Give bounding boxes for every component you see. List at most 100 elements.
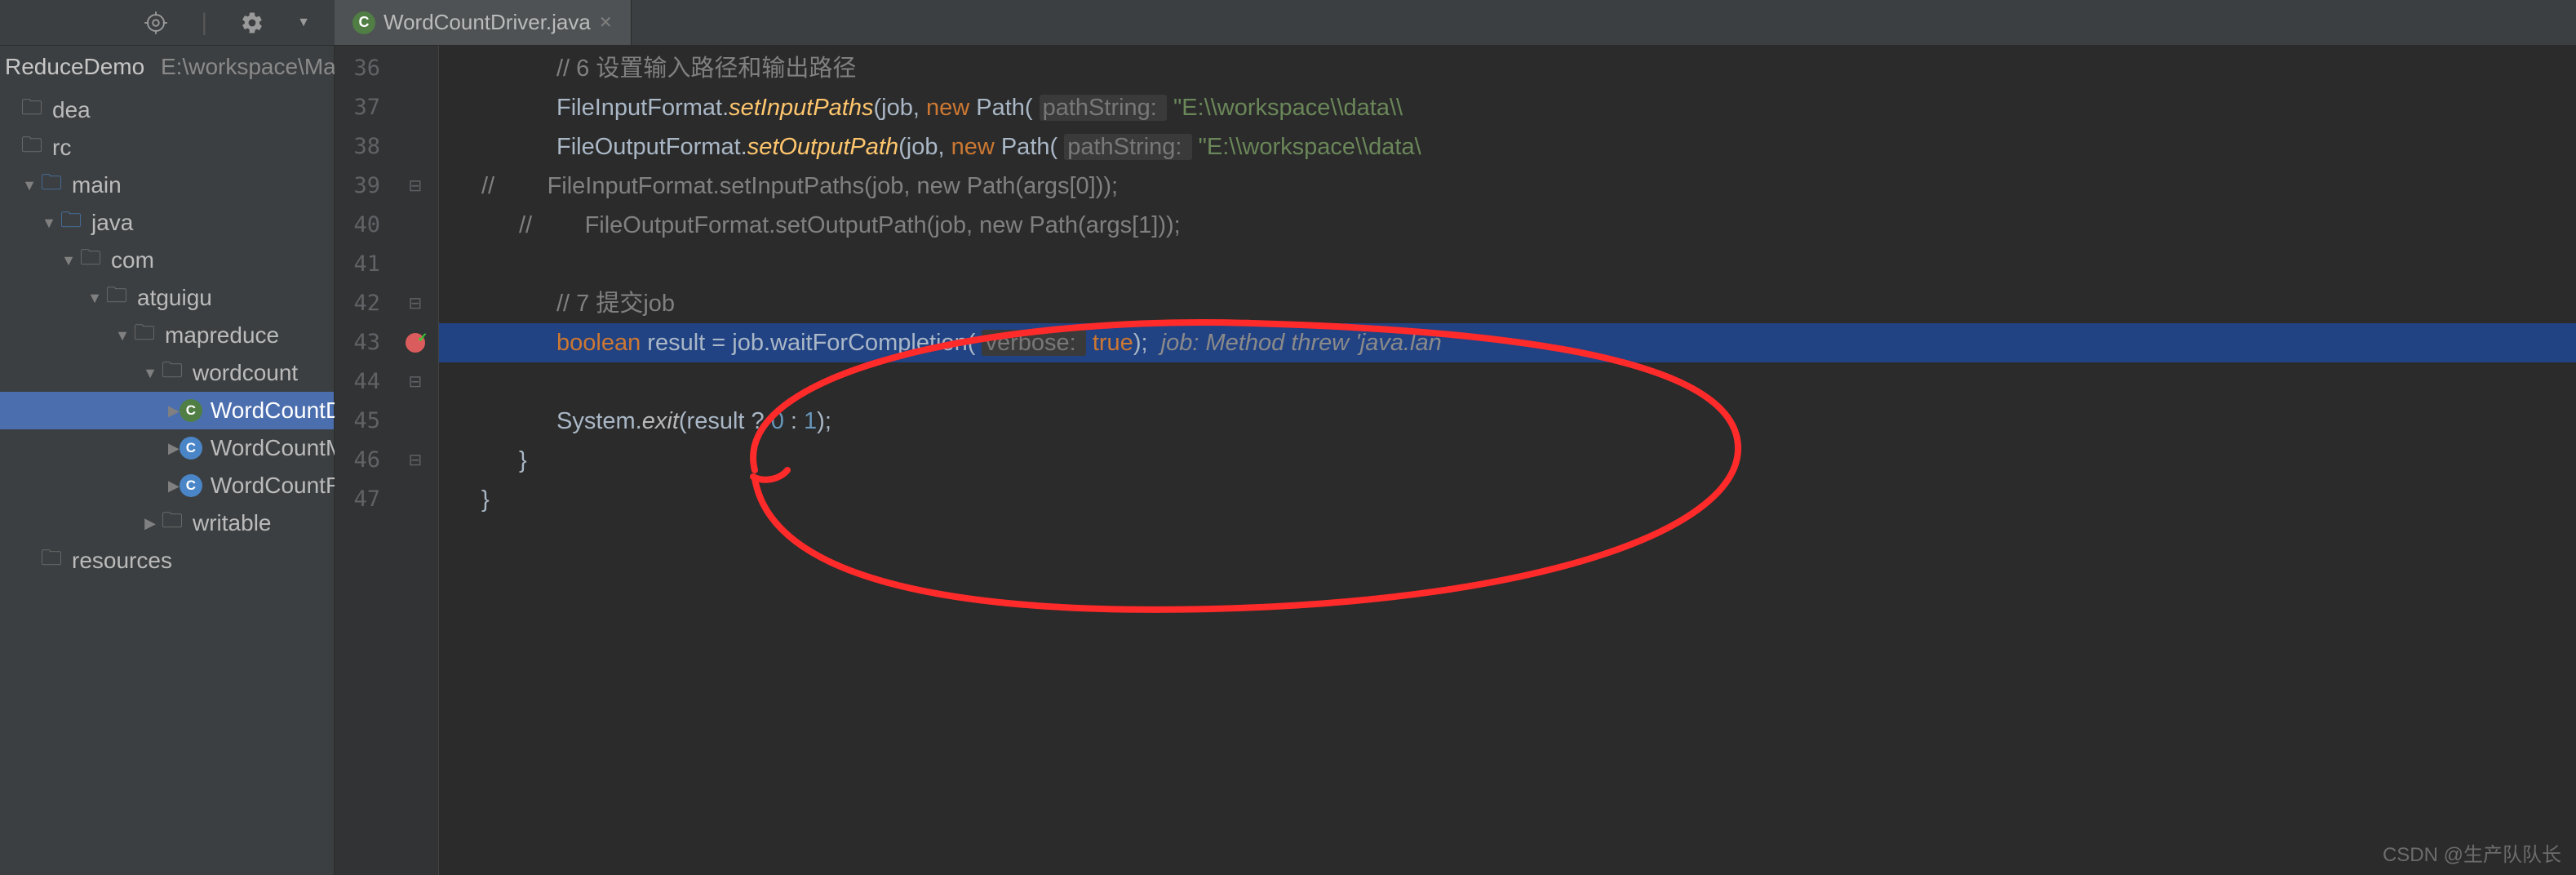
close-icon[interactable]: ✕	[599, 12, 613, 33]
chevron-icon[interactable]	[59, 252, 78, 269]
tree-label: dea	[52, 97, 91, 123]
project-tree[interactable]: 🗀dea🗀rc🗀main🗀java🗀com🗀atguigu🗀mapreduce🗀…	[0, 91, 334, 580]
divider: |	[201, 9, 207, 37]
gutter-marker[interactable]	[392, 480, 438, 519]
tree-label: com	[111, 247, 154, 273]
code-line: FileInputFormat.setInputPaths(job, new P…	[439, 88, 2576, 127]
tree-label: resources	[72, 548, 172, 574]
fold-icon[interactable]: ⊟	[409, 295, 422, 312]
tree-item-dea[interactable]: 🗀 dea	[0, 91, 334, 129]
tree-item-java[interactable]: 🗀java	[0, 204, 334, 242]
tree-item-wordcount[interactable]: 🗀wordcount	[0, 354, 334, 392]
gutter-marker[interactable]: ⊟	[392, 284, 438, 323]
folder-icon: 🗀	[160, 362, 184, 384]
line-number: 37	[335, 88, 392, 127]
gutter-line-numbers: 363738394041424344454647	[335, 46, 392, 875]
chevron-icon[interactable]	[113, 327, 132, 344]
chevron-down-icon[interactable]: ▼	[297, 16, 310, 30]
tree-item-resources[interactable]: 🗀 resources	[0, 542, 334, 580]
line-number: 38	[335, 127, 392, 167]
code-area[interactable]: // 6 设置输入路径和输出路径 FileInputFormat.setInpu…	[439, 46, 2576, 875]
folder-icon: 🗀	[160, 513, 184, 534]
fold-icon[interactable]: ⊟	[409, 178, 422, 194]
chevron-icon[interactable]	[85, 290, 104, 307]
java-class-icon: C	[180, 400, 202, 421]
gutter-markers[interactable]: ⊟ ⊟ ⊟ ⊟	[392, 46, 439, 875]
line-number: 44	[335, 362, 392, 402]
folder-icon: 🗀	[78, 250, 103, 271]
line-number: 42	[335, 284, 392, 323]
target-icon[interactable]	[144, 11, 168, 35]
tree-item-wordcountmapper[interactable]: CWordCountMapper	[0, 429, 334, 467]
code-line-highlighted: boolean result = job.waitForCompletion( …	[439, 323, 2576, 362]
tree-item-writable[interactable]: 🗀 writable	[0, 504, 334, 542]
fold-icon[interactable]: ⊟	[409, 452, 422, 469]
tree-item-main[interactable]: 🗀 main	[0, 167, 334, 204]
folder-icon: 🗀	[39, 175, 64, 196]
tab-label: WordCountDriver.java	[384, 10, 591, 35]
chevron-icon[interactable]	[168, 402, 180, 420]
folder-icon: 🗀	[39, 550, 64, 571]
gutter-marker[interactable]	[392, 402, 438, 441]
java-class-icon: C	[180, 438, 202, 459]
code-line	[439, 362, 2576, 402]
breadcrumb: ReduceDemo E:\workspace\MapReduceDem	[0, 51, 334, 91]
tab-wordcountdriver[interactable]: C WordCountDriver.java ✕	[335, 0, 632, 45]
chevron-icon[interactable]	[168, 440, 180, 457]
tree-item-atguigu[interactable]: 🗀 atguigu	[0, 279, 334, 317]
tree-label: mapreduce	[165, 322, 279, 349]
folder-icon: 🗀	[20, 100, 44, 121]
fold-icon[interactable]: ⊟	[409, 374, 422, 390]
code-line: // 7 提交job	[439, 284, 2576, 323]
tree-label: atguigu	[137, 285, 212, 311]
chevron-icon[interactable]	[140, 365, 160, 382]
tree-label: main	[72, 172, 122, 198]
tree-item-wordcountreducer[interactable]: CWordCountReducer	[0, 467, 334, 504]
java-class-icon: C	[180, 475, 202, 496]
line-number: 46	[335, 441, 392, 480]
line-number: 45	[335, 402, 392, 441]
chevron-icon[interactable]	[168, 477, 180, 495]
folder-icon: 🗀	[59, 212, 83, 233]
gutter-marker[interactable]	[392, 206, 438, 245]
gutter-marker[interactable]	[392, 49, 438, 88]
gutter-marker[interactable]: ⊟	[392, 362, 438, 402]
java-class-icon: C	[352, 11, 375, 34]
tree-item-mapreduce[interactable]: 🗀 mapreduce	[0, 317, 334, 354]
project-sidebar: ReduceDemo E:\workspace\MapReduceDem 🗀 de…	[0, 46, 335, 875]
gutter-marker[interactable]	[392, 323, 438, 362]
chevron-icon[interactable]	[140, 515, 160, 532]
breakpoint-icon[interactable]	[406, 333, 425, 353]
tree-item-com[interactable]: 🗀 com	[0, 242, 334, 279]
code-line	[439, 245, 2576, 284]
line-number: 47	[335, 480, 392, 519]
tree-label: rc	[52, 135, 71, 161]
chevron-icon[interactable]	[20, 177, 39, 194]
line-number: 41	[335, 245, 392, 284]
line-number: 40	[335, 206, 392, 245]
gutter-marker[interactable]	[392, 127, 438, 167]
code-line: }	[439, 480, 2576, 519]
gutter-marker[interactable]: ⊟	[392, 441, 438, 480]
code-line: // FileOutputFormat.setOutputPath(job, n…	[439, 206, 2576, 245]
code-line: }	[439, 441, 2576, 480]
code-line: FileOutputFormat.setOutputPath(job, new …	[439, 127, 2576, 167]
gutter-marker[interactable]	[392, 245, 438, 284]
tree-label: writable	[193, 510, 271, 536]
folder-icon: 🗀	[132, 325, 157, 346]
chevron-icon[interactable]	[39, 215, 59, 232]
tree-item-wordcountdriver[interactable]: CWordCountDriver	[0, 392, 334, 429]
watermark: CSDN @生产队队长	[2383, 838, 2561, 867]
line-number: 43	[335, 323, 392, 362]
code-editor[interactable]: 363738394041424344454647 ⊟ ⊟ ⊟ ⊟ // 6 设置输入路…	[335, 46, 2576, 875]
tree-item-rc[interactable]: 🗀rc	[0, 129, 334, 167]
editor-tabs: C WordCountDriver.java ✕	[335, 0, 632, 45]
gear-icon[interactable]	[240, 11, 264, 35]
folder-icon: 🗀	[104, 287, 129, 309]
gutter-marker[interactable]: ⊟	[392, 167, 438, 206]
code-line: // 6 设置输入路径和输出路径	[439, 49, 2576, 88]
toolbar-left: | ▼	[0, 0, 335, 45]
code-line: System.exit(result ? 0 : 1);	[439, 402, 2576, 441]
code-line: // FileInputFormat.setInputPaths(job, ne…	[439, 167, 2576, 206]
gutter-marker[interactable]	[392, 88, 438, 127]
